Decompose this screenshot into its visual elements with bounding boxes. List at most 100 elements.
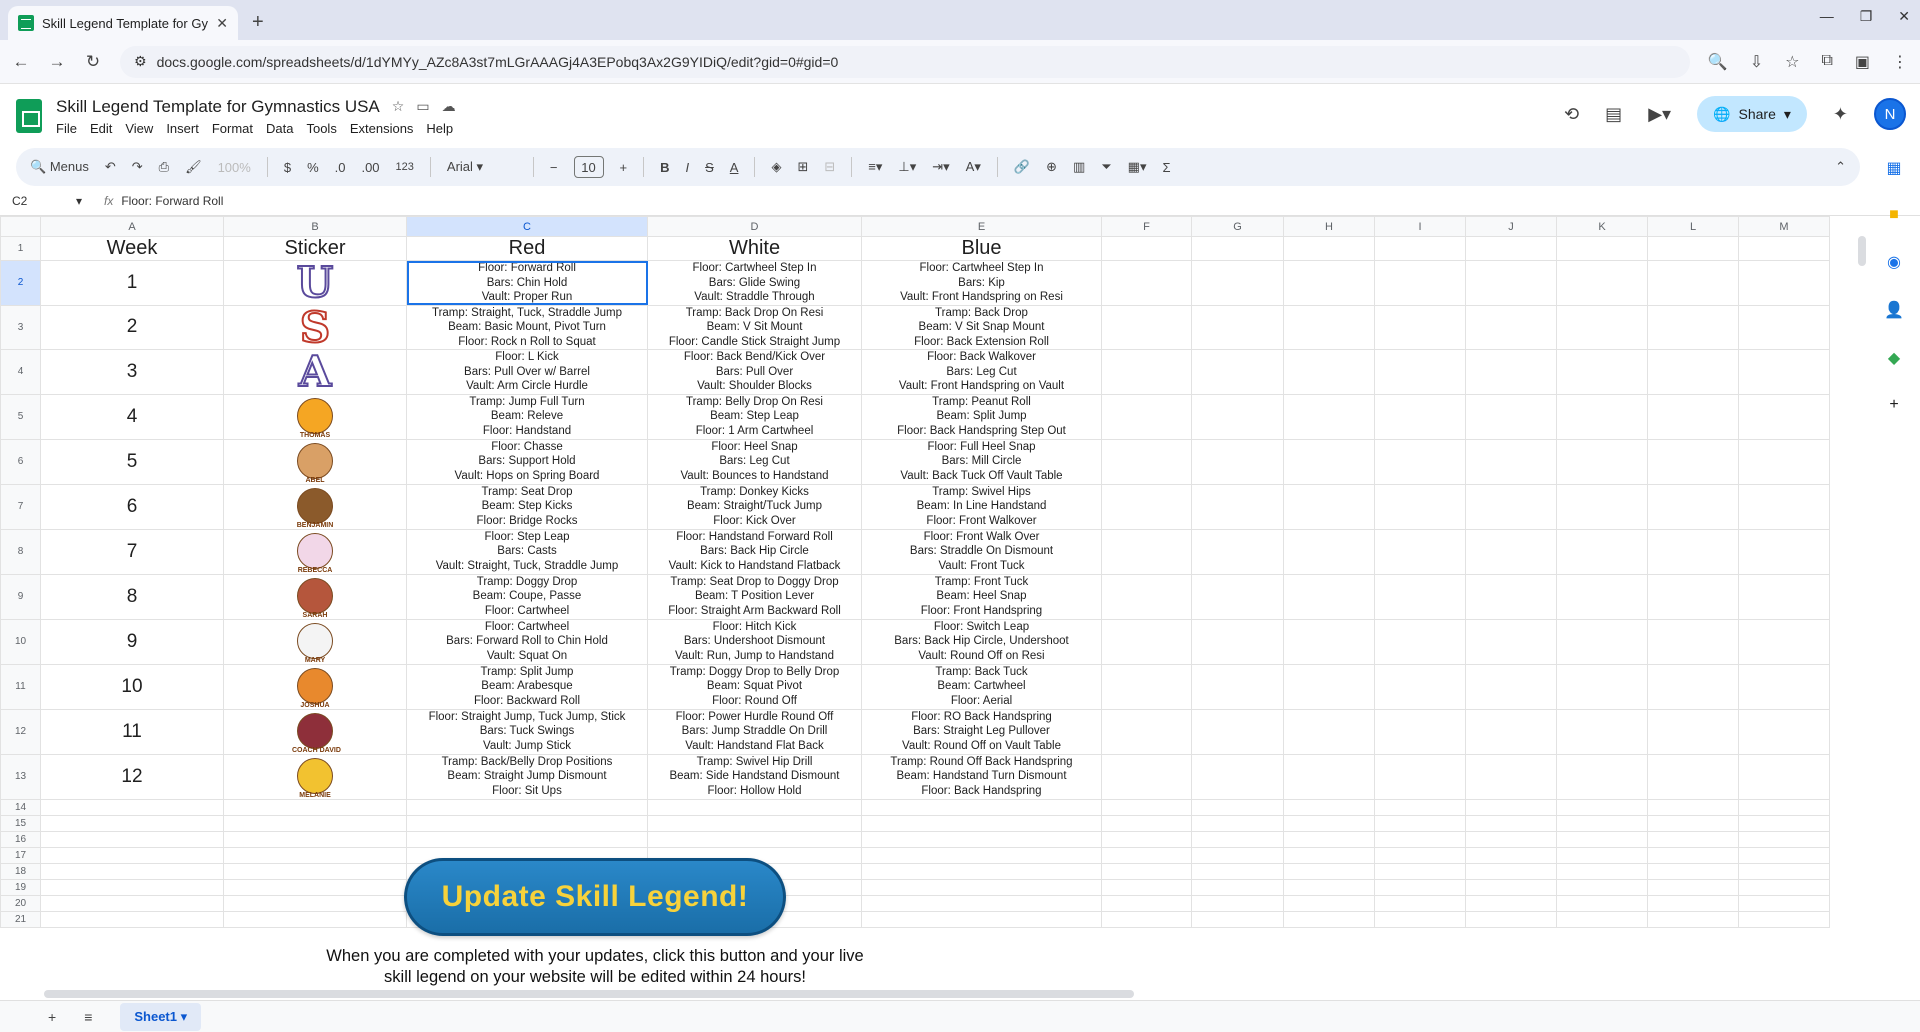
empty-cell[interactable] xyxy=(1738,846,1830,864)
minimize-icon[interactable]: — xyxy=(1820,8,1834,25)
empty-cell[interactable] xyxy=(1647,862,1739,880)
empty-cell[interactable] xyxy=(1738,304,1830,350)
empty-cell[interactable] xyxy=(1191,878,1284,896)
empty-cell[interactable] xyxy=(1101,304,1192,350)
paint-format-icon[interactable]: 🖌 xyxy=(185,159,202,175)
skill-cell-red[interactable]: Tramp: Jump Full Turn Beam: Releve Floor: … xyxy=(406,393,648,440)
horizontal-scrollbar[interactable] xyxy=(44,990,1134,998)
skill-cell-white[interactable]: Floor: Cartwheel Step In Bars: Glide Swin… xyxy=(647,260,862,306)
sticker-cell[interactable]: REBECCA xyxy=(223,528,407,575)
row-header[interactable]: 21 xyxy=(0,910,41,928)
menu-tools[interactable]: Tools xyxy=(306,121,336,136)
empty-cell[interactable] xyxy=(1556,393,1648,440)
menu-extensions[interactable]: Extensions xyxy=(350,121,414,136)
column-header-f[interactable]: F xyxy=(1101,216,1192,237)
empty-cell[interactable] xyxy=(1374,573,1466,620)
row-header[interactable]: 6 xyxy=(0,438,41,485)
empty-cell[interactable] xyxy=(1738,663,1830,710)
empty-cell[interactable] xyxy=(1647,260,1739,306)
empty-cell[interactable] xyxy=(1738,573,1830,620)
empty-cell[interactable] xyxy=(861,862,1102,880)
row-header[interactable]: 2 xyxy=(0,260,41,306)
empty-cell[interactable] xyxy=(1465,798,1557,816)
empty-cell[interactable] xyxy=(1283,528,1375,575)
skill-cell-blue[interactable]: Floor: RO Back Handspring Bars: Straight … xyxy=(861,708,1102,755)
empty-cell[interactable] xyxy=(1191,438,1284,485)
star-icon[interactable]: ☆ xyxy=(392,98,405,115)
empty-cell[interactable] xyxy=(1191,663,1284,710)
collapse-toolbar-icon[interactable]: ⌃ xyxy=(1835,159,1846,175)
empty-cell[interactable] xyxy=(40,910,224,928)
empty-cell[interactable] xyxy=(1647,663,1739,710)
browser-tab[interactable]: Skill Legend Template for Gym ✕ xyxy=(8,6,238,40)
skill-cell-blue[interactable]: Floor: Full Heel Snap Bars: Mill Circle Va… xyxy=(861,438,1102,485)
week-cell[interactable]: 10 xyxy=(40,663,224,710)
vertical-scrollbar[interactable] xyxy=(1858,236,1866,266)
empty-cell[interactable] xyxy=(1283,483,1375,530)
empty-cell[interactable] xyxy=(1738,618,1830,665)
empty-cell[interactable] xyxy=(223,878,407,896)
row-header[interactable]: 4 xyxy=(0,349,41,395)
empty-cell[interactable] xyxy=(223,910,407,928)
decrease-decimal-button[interactable]: .0 xyxy=(335,160,346,175)
empty-cell[interactable] xyxy=(1191,349,1284,395)
skill-cell-white[interactable]: Floor: Hitch Kick Bars: Undershoot Dismou… xyxy=(647,618,862,665)
empty-cell[interactable] xyxy=(1738,878,1830,896)
empty-cell[interactable] xyxy=(1191,573,1284,620)
row-header[interactable]: 5 xyxy=(0,393,41,440)
empty-cell[interactable] xyxy=(1647,393,1739,440)
empty-cell[interactable] xyxy=(1191,483,1284,530)
skill-cell-white[interactable]: Tramp: Swivel Hip Drill Beam: Side Handst… xyxy=(647,753,862,800)
row-header[interactable]: 16 xyxy=(0,830,41,848)
column-header-i[interactable]: I xyxy=(1374,216,1466,237)
empty-cell[interactable] xyxy=(1374,483,1466,530)
empty-cell[interactable] xyxy=(1465,260,1557,306)
skill-cell-white[interactable]: Floor: Power Hurdle Round Off Bars: Jump … xyxy=(647,708,862,755)
select-all-corner[interactable] xyxy=(0,216,41,237)
skill-cell-red[interactable]: Floor: Forward Roll Bars: Chin Hold Vault:… xyxy=(406,260,648,306)
empty-cell[interactable] xyxy=(1738,483,1830,530)
empty-cell[interactable] xyxy=(223,894,407,912)
empty-cell[interactable] xyxy=(1647,618,1739,665)
sticker-cell[interactable]: SARAH xyxy=(223,573,407,620)
sheet-tab[interactable]: Sheet1 ▾ xyxy=(120,1002,202,1031)
week-cell[interactable]: 9 xyxy=(40,618,224,665)
empty-cell[interactable] xyxy=(1191,814,1284,832)
decrease-font-icon[interactable]: − xyxy=(550,160,558,175)
font-size-input[interactable]: 10 xyxy=(573,156,604,178)
tasks-icon[interactable]: ◉ xyxy=(1887,252,1901,272)
close-tab-icon[interactable]: ✕ xyxy=(216,15,228,32)
insert-link-icon[interactable]: 🔗 xyxy=(1014,159,1030,175)
menu-file[interactable]: File xyxy=(56,121,77,136)
empty-cell[interactable] xyxy=(1374,528,1466,575)
empty-cell[interactable] xyxy=(1374,393,1466,440)
skill-cell-white[interactable]: Floor: Back Bend/Kick Over Bars: Pull Ove… xyxy=(647,349,862,395)
zoom-select[interactable]: 100% xyxy=(218,160,251,175)
empty-cell[interactable] xyxy=(1374,753,1466,800)
empty-cell[interactable] xyxy=(1465,438,1557,485)
search-menus[interactable]: 🔍 Menus xyxy=(30,159,89,175)
empty-cell[interactable] xyxy=(1283,814,1375,832)
row-header[interactable]: 20 xyxy=(0,894,41,912)
insert-chart-icon[interactable]: ▥ xyxy=(1073,159,1085,175)
week-cell[interactable]: 6 xyxy=(40,483,224,530)
skill-cell-white[interactable]: Tramp: Seat Drop to Doggy Drop Beam: T Po… xyxy=(647,573,862,620)
empty-cell[interactable] xyxy=(1647,438,1739,485)
column-header-d[interactable]: D xyxy=(647,216,862,237)
fill-color-icon[interactable]: ◈ xyxy=(771,159,781,175)
row-header[interactable]: 17 xyxy=(0,846,41,864)
empty-cell[interactable] xyxy=(1191,830,1284,848)
empty-cell[interactable] xyxy=(1556,814,1648,832)
sheets-logo-icon[interactable] xyxy=(16,99,42,133)
font-select[interactable]: Arial ▾ xyxy=(447,159,517,175)
empty-cell[interactable] xyxy=(1556,260,1648,306)
empty-cell[interactable] xyxy=(1556,862,1648,880)
empty-cell[interactable] xyxy=(406,814,648,832)
empty-cell[interactable] xyxy=(1738,910,1830,928)
empty-cell[interactable] xyxy=(1283,894,1375,912)
empty-cell[interactable] xyxy=(1465,349,1557,395)
table-header-week[interactable]: Week xyxy=(40,236,224,261)
empty-cell[interactable] xyxy=(861,910,1102,928)
empty-cell[interactable] xyxy=(1101,573,1192,620)
skill-cell-blue[interactable]: Floor: Cartwheel Step In Bars: Kip Vault: … xyxy=(861,260,1102,306)
